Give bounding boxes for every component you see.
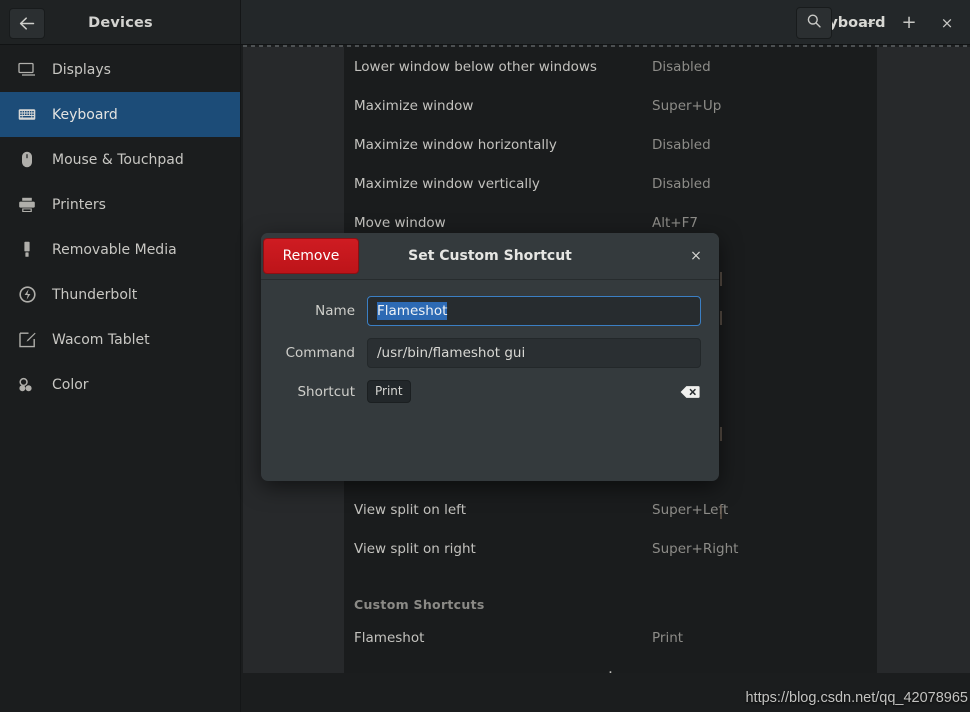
shortcut-accel: Super+Left (652, 501, 729, 518)
name-row: Name Flameshot (261, 296, 719, 326)
tablet-pen-icon (16, 331, 38, 349)
focus-dash-line (243, 45, 970, 47)
table-row[interactable]: Maximize window horizontally Disabled (344, 125, 877, 164)
shortcut-name: Maximize window horizontally (354, 136, 557, 153)
search-button[interactable] (796, 6, 832, 39)
name-input[interactable]: Flameshot (367, 296, 701, 326)
group-header-custom-shortcuts: Custom Shortcuts (354, 597, 485, 612)
sidebar-item-removable-media[interactable]: Removable Media (0, 227, 240, 272)
keyboard-icon (16, 106, 38, 124)
table-row[interactable]: Flameshot Print (344, 618, 877, 657)
row-tick-fragment (720, 427, 722, 441)
sidebar-item-label: Displays (52, 61, 111, 78)
table-row[interactable]: Maximize window Super+Up (344, 86, 877, 125)
command-input-value: /usr/bin/flameshot gui (377, 345, 526, 361)
display-icon (16, 61, 38, 79)
sidebar-item-keyboard[interactable]: Keyboard (0, 92, 240, 137)
table-row[interactable]: View split on left Super+Left (344, 490, 877, 529)
sidebar-item-label: Keyboard (52, 106, 118, 123)
panel-right-padding (877, 45, 970, 673)
command-row: Command /usr/bin/flameshot gui (261, 338, 719, 368)
shortcut-accel: Disabled (652, 136, 711, 153)
content-titlebar: Keyboard – + × (241, 0, 970, 45)
shortcut-accel: Disabled (652, 175, 711, 192)
close-button[interactable]: × (930, 8, 964, 38)
settings-window: Devices Keyboard – + × Displays Keyboard… (0, 0, 970, 712)
sidebar-item-label: Thunderbolt (52, 286, 138, 303)
command-label: Command (285, 345, 355, 361)
add-shortcut-button[interactable]: + (344, 657, 877, 673)
shortcut-accel: Super+Up (652, 97, 722, 114)
sidebar-item-label: Mouse & Touchpad (52, 151, 184, 168)
row-tick-fragment (720, 272, 722, 286)
remove-button[interactable]: Remove (263, 238, 359, 274)
backspace-clear-icon[interactable] (679, 383, 701, 401)
back-button[interactable] (9, 8, 45, 39)
shortcut-name: Flameshot (354, 629, 425, 646)
thunderbolt-icon (16, 286, 38, 304)
arrow-left-icon (19, 16, 36, 31)
sidebar-item-displays[interactable]: Displays (0, 47, 240, 92)
sidebar-item-label: Wacom Tablet (52, 331, 150, 348)
shortcut-accel: Disabled (652, 58, 711, 75)
sidebar-item-label: Removable Media (52, 241, 177, 258)
search-icon (806, 13, 822, 33)
dialog-header: Remove Set Custom Shortcut × (261, 233, 719, 280)
minimize-button[interactable]: – (854, 8, 888, 38)
shortcut-accel: Print (652, 629, 684, 646)
shortcut-name: Maximize window vertically (354, 175, 540, 192)
row-tick-fragment (720, 311, 722, 325)
sidebar-item-label: Color (52, 376, 89, 393)
sidebar: Displays Keyboard Mouse & Touchpad Print… (0, 45, 241, 712)
sidebar-item-mouse-touchpad[interactable]: Mouse & Touchpad (0, 137, 240, 182)
sidebar-titlebar: Devices (0, 0, 241, 45)
usb-drive-icon (16, 241, 38, 259)
shortcut-name: View split on right (354, 540, 476, 557)
sidebar-item-wacom-tablet[interactable]: Wacom Tablet (0, 317, 240, 362)
shortcut-name: View split on left (354, 501, 466, 518)
maximize-button[interactable]: + (892, 8, 926, 38)
mouse-icon (16, 151, 38, 169)
watermark: https://blog.csdn.net/qq_42078965 (745, 690, 968, 706)
sidebar-item-printers[interactable]: Printers (0, 182, 240, 227)
shortcut-key-badge[interactable]: Print (367, 380, 411, 403)
close-icon[interactable]: × (683, 243, 709, 269)
set-custom-shortcut-dialog: Remove Set Custom Shortcut × Name Flames… (261, 233, 719, 481)
window-controls: – + × (796, 0, 970, 45)
shortcut-name: Move window (354, 214, 446, 231)
shortcut-row: Shortcut Print (261, 380, 719, 403)
table-row[interactable]: Lower window below other windows Disable… (344, 47, 877, 86)
command-input[interactable]: /usr/bin/flameshot gui (367, 338, 701, 368)
shortcut-accel: Super+Right (652, 540, 739, 557)
shortcut-accel: Alt+F7 (652, 214, 698, 231)
name-label: Name (315, 303, 355, 319)
sidebar-item-color[interactable]: Color (0, 362, 240, 407)
shortcut-name: Lower window below other windows (354, 58, 597, 75)
printer-icon (16, 196, 38, 214)
sidebar-item-thunderbolt[interactable]: Thunderbolt (0, 272, 240, 317)
color-icon (16, 376, 38, 394)
table-row[interactable]: View split on right Super+Right (344, 529, 877, 568)
sidebar-item-label: Printers (52, 196, 106, 213)
shortcut-name: Maximize window (354, 97, 474, 114)
dialog-body: Name Flameshot Command /usr/bin/flamesho… (261, 280, 719, 403)
row-tick-fragment (720, 505, 722, 519)
table-row[interactable]: Maximize window vertically Disabled (344, 164, 877, 203)
shortcut-label: Shortcut (297, 383, 355, 400)
name-input-value: Flameshot (377, 302, 448, 320)
plus-icon: + (603, 667, 619, 673)
